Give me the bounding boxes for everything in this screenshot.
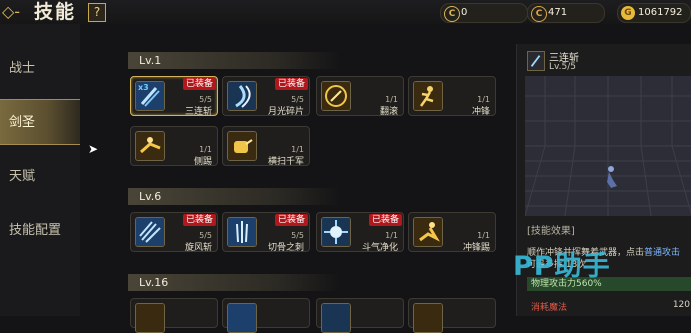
skill-name: 横扫千军 xyxy=(267,157,304,167)
skill-card-charge-kick[interactable]: 1/1 冲锋踢 xyxy=(408,212,496,253)
skill-card-whirlwind[interactable]: 已装备 5/5 旋风斩 xyxy=(130,212,218,253)
skill-name: 斗气净化 xyxy=(361,243,398,253)
skill-icon xyxy=(227,303,257,333)
skill-icon xyxy=(321,303,351,333)
sidebar-item-swordmaster[interactable]: 剑圣 xyxy=(0,99,80,145)
skill-level-count: 1/1 xyxy=(385,231,398,240)
level-header: Lv.1 xyxy=(128,52,340,69)
triple-slash-icon: x3 xyxy=(135,81,165,111)
skill-name: 冲锋 xyxy=(471,107,490,117)
skill-level-count: 5/5 xyxy=(199,231,212,240)
currency-1: C 471 xyxy=(527,3,605,23)
sidebar-item-talent[interactable]: 天赋 xyxy=(0,154,80,200)
bone-pierce-icon xyxy=(227,217,257,247)
coin-c-icon: C xyxy=(531,6,547,22)
skill-level-count: 5/5 xyxy=(199,95,212,104)
currency-value: 1061792 xyxy=(638,7,683,18)
effect-label: [技能效果] xyxy=(527,226,575,237)
skill-level-count: 1/1 xyxy=(385,95,398,104)
skill-name: 旋风斩 xyxy=(184,243,212,253)
multiplier-label: x3 xyxy=(138,83,149,92)
skill-name: 月光碎片 xyxy=(267,107,304,117)
skill-level-count: 1/1 xyxy=(477,231,490,240)
currency-0: C 0 xyxy=(440,3,528,23)
skill-list: Lv.1 x3 已装备 5/5 三连斩 已装备 5/5 月光碎片 1/1 翻滚 … xyxy=(120,44,510,333)
detail-skill-level: Lv.5/5 xyxy=(549,62,576,72)
skill-icon xyxy=(413,303,443,333)
skill-preview-viewport xyxy=(525,76,691,216)
skill-level-count: 1/1 xyxy=(477,95,490,104)
skill-icon xyxy=(135,303,165,333)
equipped-badge: 已装备 xyxy=(182,78,216,90)
skill-level-count: 1/1 xyxy=(199,145,212,154)
sidebar: 战士 剑圣 天赋 技能配置 xyxy=(0,24,80,316)
skill-card-triple-slash[interactable]: x3 已装备 5/5 三连斩 xyxy=(130,76,218,117)
skill-card-sweep[interactable]: 1/1 横扫千军 xyxy=(222,126,310,167)
aura-purify-icon xyxy=(321,217,351,247)
equipped-badge: 已装备 xyxy=(182,214,216,226)
page-title: 技能 xyxy=(34,1,77,23)
skill-level-count: 5/5 xyxy=(291,231,304,240)
help-button[interactable]: ? xyxy=(88,3,106,22)
sidebar-item-skill-config[interactable]: 技能配置 xyxy=(0,208,80,254)
cost-value: 120 xyxy=(672,300,690,310)
level-header: Lv.16 xyxy=(128,274,340,291)
equipped-badge: 已装备 xyxy=(274,214,308,226)
whirlwind-icon xyxy=(135,217,165,247)
skill-name: 切骨之刺 xyxy=(267,243,304,253)
skill-name: 翻滚 xyxy=(379,107,398,117)
moonlight-shard-icon xyxy=(227,81,257,111)
skill-name: 三连斩 xyxy=(184,107,212,117)
level-header: Lv.6 xyxy=(128,188,340,205)
skill-level-count: 1/1 xyxy=(291,145,304,154)
skill-card[interactable] xyxy=(130,298,218,333)
back-arrow-icon[interactable]: ◇- xyxy=(2,2,30,22)
gold-coin-icon: G xyxy=(621,6,635,20)
currency-value: 471 xyxy=(548,7,568,18)
roll-icon xyxy=(321,81,351,111)
top-bar: ◇- 技能 ? C 0 C 471 G 1061792 xyxy=(0,0,691,24)
equipped-badge: 已装备 xyxy=(274,78,308,90)
currency-value: 0 xyxy=(461,7,468,18)
charge-kick-icon xyxy=(413,217,443,247)
skill-card[interactable] xyxy=(408,298,496,333)
desc-highlight: 普通攻击 xyxy=(644,248,681,258)
skill-card-roll[interactable]: 1/1 翻滚 xyxy=(316,76,404,117)
sweep-icon xyxy=(227,131,257,161)
charge-icon xyxy=(413,81,443,111)
skill-card-moonlight-shard[interactable]: 已装备 5/5 月光碎片 xyxy=(222,76,310,117)
skill-card-side-kick[interactable]: 1/1 侧踢 xyxy=(130,126,218,167)
cost-label: 消耗魔法 xyxy=(531,303,568,313)
equipped-badge: 已装备 xyxy=(368,214,402,226)
sidebar-item-warrior[interactable]: 战士 xyxy=(0,46,80,92)
watermark: PP助手 xyxy=(513,251,611,282)
skill-level-count: 5/5 xyxy=(291,95,304,104)
skill-name: 侧踢 xyxy=(193,157,212,167)
currency-2: G 1061792 xyxy=(617,3,691,23)
coin-c-icon: C xyxy=(444,6,460,22)
skill-card-bone-pierce[interactable]: 已装备 5/5 切骨之刺 xyxy=(222,212,310,253)
skill-name: 冲锋踢 xyxy=(462,243,490,253)
skill-card-aura-purify[interactable]: 已装备 1/1 斗气净化 xyxy=(316,212,404,253)
skill-card-charge[interactable]: 1/1 冲锋 xyxy=(408,76,496,117)
side-kick-icon xyxy=(135,131,165,161)
skill-card[interactable] xyxy=(222,298,310,333)
skill-card[interactable] xyxy=(316,298,404,333)
mouse-cursor-icon: ➤ xyxy=(88,142,99,156)
triple-slash-icon xyxy=(527,51,545,71)
